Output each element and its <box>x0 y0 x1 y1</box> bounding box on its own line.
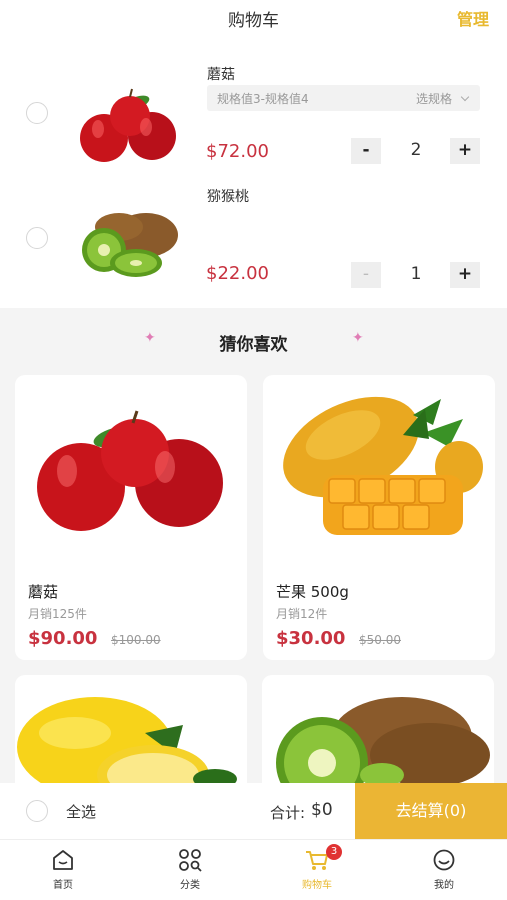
category-icon <box>179 849 202 872</box>
product-card[interactable] <box>262 675 494 783</box>
tab-cart[interactable]: 3 购物车 <box>254 840 380 900</box>
mango-image <box>283 396 483 535</box>
item-price: $22.00 <box>206 263 269 284</box>
product-old-price: $100.00 <box>111 633 161 647</box>
total-label: 合计: <box>270 804 306 822</box>
quantity-value: 2 <box>410 140 422 160</box>
spec-choose-label: 选规格 <box>415 92 452 106</box>
product-price: $30.00 <box>276 628 346 649</box>
recommend-header: ✦ 猜你喜欢 ✦ <box>0 322 507 362</box>
header: 购物车 管理 <box>0 0 507 40</box>
increase-button[interactable]: + <box>450 262 480 288</box>
product-name: 蘑菇 <box>28 583 59 601</box>
tab-category[interactable]: 分类 <box>127 840 253 900</box>
kiwi-image <box>276 697 490 783</box>
cart-list: 蘑菇 规格值3-规格值4 选规格 $72.00 - 2 + 猕猴桃 $22.00… <box>0 40 507 308</box>
tab-profile[interactable]: 我的 <box>381 840 507 900</box>
product-price: $90.00 <box>28 628 98 649</box>
apple-image <box>37 410 223 531</box>
sparkle-icon: ✦ <box>352 330 364 346</box>
tab-label: 购物车 <box>302 880 332 891</box>
product-old-price: $50.00 <box>359 633 401 647</box>
tab-home[interactable]: 首页 <box>0 840 126 900</box>
item-checkbox[interactable] <box>26 102 48 124</box>
product-card[interactable]: 蘑菇 月销125件 $90.00 $100.00 <box>15 375 247 660</box>
spec-selector[interactable]: 规格值3-规格值4 选规格 <box>207 85 480 111</box>
select-all-label[interactable]: 全选 <box>66 801 96 822</box>
tab-label: 分类 <box>180 880 200 891</box>
kiwi-image <box>82 213 178 277</box>
decrease-button[interactable]: - <box>351 262 381 288</box>
item-name: 猕猴桃 <box>207 189 249 205</box>
product-card[interactable]: 芒果 500g 月销12件 $30.00 $50.00 <box>263 375 495 660</box>
checkout-bar: 全选 合计: $0 去结算(0) <box>0 783 507 839</box>
item-name: 蘑菇 <box>207 67 235 83</box>
item-price: $72.00 <box>206 141 269 162</box>
cart-item: 猕猴桃 $22.00 - 1 + <box>0 180 507 300</box>
chevron-down-icon <box>460 92 470 102</box>
decrease-button[interactable]: - <box>351 138 381 164</box>
tab-bar: 首页 分类 3 购物车 我的 <box>0 839 507 900</box>
select-all-checkbox[interactable] <box>26 800 48 822</box>
manage-button[interactable]: 管理 <box>457 6 489 30</box>
tab-label: 首页 <box>53 880 73 891</box>
page-title: 购物车 <box>228 11 279 31</box>
product-sales: 月销125件 <box>28 607 87 621</box>
quantity-value: 1 <box>410 264 422 284</box>
total-value: $0 <box>311 800 333 820</box>
cart-badge: 3 <box>326 844 342 860</box>
apple-image <box>80 88 176 162</box>
cart-item: 蘑菇 规格值3-规格值4 选规格 $72.00 - 2 + <box>0 58 507 178</box>
tab-label: 我的 <box>434 880 454 891</box>
checkout-button[interactable]: 去结算(0) <box>355 783 507 839</box>
product-sales: 月销12件 <box>276 607 328 621</box>
increase-button[interactable]: + <box>450 138 480 164</box>
recommend-title: 猜你喜欢 <box>219 335 288 355</box>
spec-value: 规格值3-规格值4 <box>217 92 309 106</box>
home-icon <box>53 850 73 870</box>
profile-icon <box>433 849 455 871</box>
item-checkbox[interactable] <box>26 227 48 249</box>
product-name: 芒果 500g <box>276 583 349 601</box>
lemon-image <box>17 697 237 783</box>
product-card[interactable] <box>15 675 247 783</box>
